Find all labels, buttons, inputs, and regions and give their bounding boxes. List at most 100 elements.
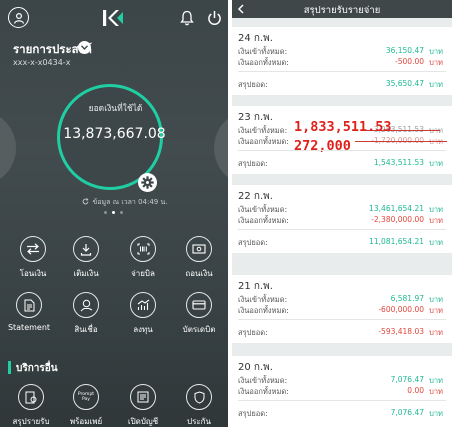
expense-amount: -600,000.00 (378, 305, 424, 314)
expense-unit: บาท (429, 136, 443, 148)
quick-action-label: เติมเงิน (73, 269, 99, 278)
expense-unit: บาท (429, 387, 443, 396)
service-summary[interactable]: สรุปรายรับ (4, 384, 58, 427)
service-insurance[interactable]: ประกัน (172, 384, 226, 427)
day-card[interactable]: 22 ก.พ. เงินเข้าทั้งหมด: 13,461,654.21 บ… (232, 185, 452, 253)
invest-icon (130, 292, 156, 318)
user-icon (13, 12, 24, 24)
summary-header: สรุปรายรับรายจ่าย (232, 0, 452, 18)
insurance-icon (186, 384, 212, 410)
open-account-icon (130, 384, 156, 410)
section-accent-bar (8, 361, 11, 374)
promptpay-icon: Prompt Pay (73, 384, 99, 410)
quick-action-label: ถอนเงิน (185, 269, 213, 278)
quick-action-paybill[interactable]: จ่ายบิล (116, 236, 170, 280)
expense-amount: -500.00 (395, 57, 424, 66)
refresh-icon (83, 198, 89, 205)
net-unit: บาท (429, 409, 443, 418)
statement-icon (16, 292, 42, 318)
expense-label: เงินออกทั้งหมด: (238, 306, 289, 315)
row-divider (238, 229, 446, 230)
income-amount: 36,150.47 (385, 46, 424, 55)
quick-action-debit-card[interactable]: บัตรเดบิต (172, 292, 226, 336)
quick-action-withdraw[interactable]: ถอนเงิน (172, 236, 226, 280)
net-amount: -593,418.03 (378, 327, 424, 336)
refresh-text: ข้อมูล ณ เวลา 04:49 น. (92, 198, 168, 206)
net-amount: 35,650.47 (385, 79, 424, 88)
net-label: สรุปยอด: (238, 159, 268, 168)
power-logout-icon[interactable] (207, 10, 222, 26)
balance-label: ยอดเงินที่ใช้ได้ (88, 104, 143, 114)
net-label: สรุปยอด: (238, 328, 268, 337)
loan-icon (73, 292, 99, 318)
net-unit: บาท (429, 238, 443, 247)
page-dot (104, 211, 107, 214)
expense-label: เงินออกทั้งหมด: (238, 216, 289, 225)
net-label: สรุปยอด: (238, 409, 268, 418)
quick-action-transfer[interactable]: โอนเงิน (6, 236, 60, 280)
refresh-timestamp[interactable]: ข้อมูล ณ เวลา 04:49 น. (0, 197, 228, 208)
day-card[interactable]: 20 ก.พ. เงินเข้าทั้งหมด: 7,076.47 บาท เง… (232, 356, 452, 427)
strikethrough-mark (355, 141, 447, 142)
next-card-peek[interactable] (214, 110, 228, 186)
service-promptpay[interactable]: Prompt Pay พร้อมเพย์ (59, 384, 113, 427)
quick-action-label: โอนเงิน (19, 269, 47, 278)
debit-card-icon (186, 292, 212, 318)
net-unit: บาท (429, 328, 443, 337)
gear-icon (141, 176, 154, 189)
day-card[interactable]: 23 ก.พ. เงินเข้าทั้งหมด: 3,263,511.53 บา… (232, 106, 452, 174)
service-label: เปิดบัญชี (127, 417, 159, 426)
bank-logo-icon (103, 10, 123, 26)
service-label: สรุปรายรับ (12, 417, 50, 426)
home-screen: รายการประสงค์ xxx-x-x0434-x ยอดเงินที่ใช… (0, 0, 228, 427)
income-amount: 6,581.97 (390, 294, 424, 303)
expense-label: เงินออกทั้งหมด: (238, 58, 289, 67)
net-amount: 11,081,654.21 (369, 237, 424, 246)
income-amount: 13,461,654.21 (369, 204, 424, 213)
row-divider (238, 319, 446, 320)
service-open-account[interactable]: เปิดบัญชี (116, 384, 170, 427)
page-dot-active (112, 211, 115, 214)
quick-action-label: จ่ายบิล (131, 269, 155, 278)
expense-label: เงินออกทั้งหมด: (238, 137, 289, 146)
day-date: 24 ก.พ. (238, 33, 273, 44)
account-number: xxx-x-x0434-x (13, 58, 71, 67)
expense-unit: บาท (429, 58, 443, 67)
promptpay-badge: Prompt Pay (77, 392, 95, 402)
service-label: ประกัน (187, 417, 211, 426)
quick-action-label: ลงทุน (133, 325, 153, 334)
summary-title: สรุปรายรับรายจ่าย (303, 5, 381, 16)
transfer-icon (20, 236, 46, 262)
day-date: 21 ก.พ. (238, 281, 273, 292)
account-switch-button[interactable] (78, 41, 91, 54)
quick-action-invest[interactable]: ลงทุน (116, 292, 170, 336)
net-label: สรุปยอด: (238, 238, 268, 247)
row-divider (238, 71, 446, 72)
net-unit: บาท (429, 80, 443, 89)
income-amount: 7,076.47 (390, 375, 424, 384)
expense-unit: บาท (429, 306, 443, 315)
profile-button[interactable] (8, 7, 29, 28)
top-bar (0, 0, 228, 36)
net-label: สรุปยอด: (238, 80, 268, 89)
service-label: พร้อมเพย์ (69, 417, 103, 426)
income-expense-summary-screen: สรุปรายรับรายจ่าย 24 ก.พ. เงินเข้าทั้งหม… (232, 0, 452, 427)
balance-settings-button[interactable] (138, 173, 157, 192)
expense-unit: บาท (429, 216, 443, 225)
net-amount: 1,543,511.53 (373, 158, 424, 167)
withdraw-icon (186, 236, 212, 262)
quick-action-loan[interactable]: สินเชื่อ (59, 292, 113, 336)
quick-action-label: บัตรเดบิต (182, 325, 216, 334)
day-card[interactable]: 24 ก.พ. เงินเข้าทั้งหมด: 36,150.47 บาท เ… (232, 27, 452, 95)
quick-action-label: สินเชื่อ (74, 325, 98, 334)
day-card[interactable]: 21 ก.พ. เงินเข้าทั้งหมด: 6,581.97 บาท เง… (232, 275, 452, 343)
balance-amount: 13,873,667.08 (63, 126, 166, 142)
chevron-down-icon (81, 45, 88, 50)
prev-card-peek[interactable] (0, 110, 16, 186)
other-services-title: บริการอื่น (16, 363, 58, 374)
day-date: 23 ก.พ. (238, 112, 273, 123)
notification-bell-icon[interactable] (180, 10, 194, 26)
quick-action-statement[interactable]: Statement (2, 292, 56, 332)
quick-action-topup[interactable]: เติมเงิน (59, 236, 113, 280)
handwritten-income: 1,833,511.53 (294, 119, 392, 135)
